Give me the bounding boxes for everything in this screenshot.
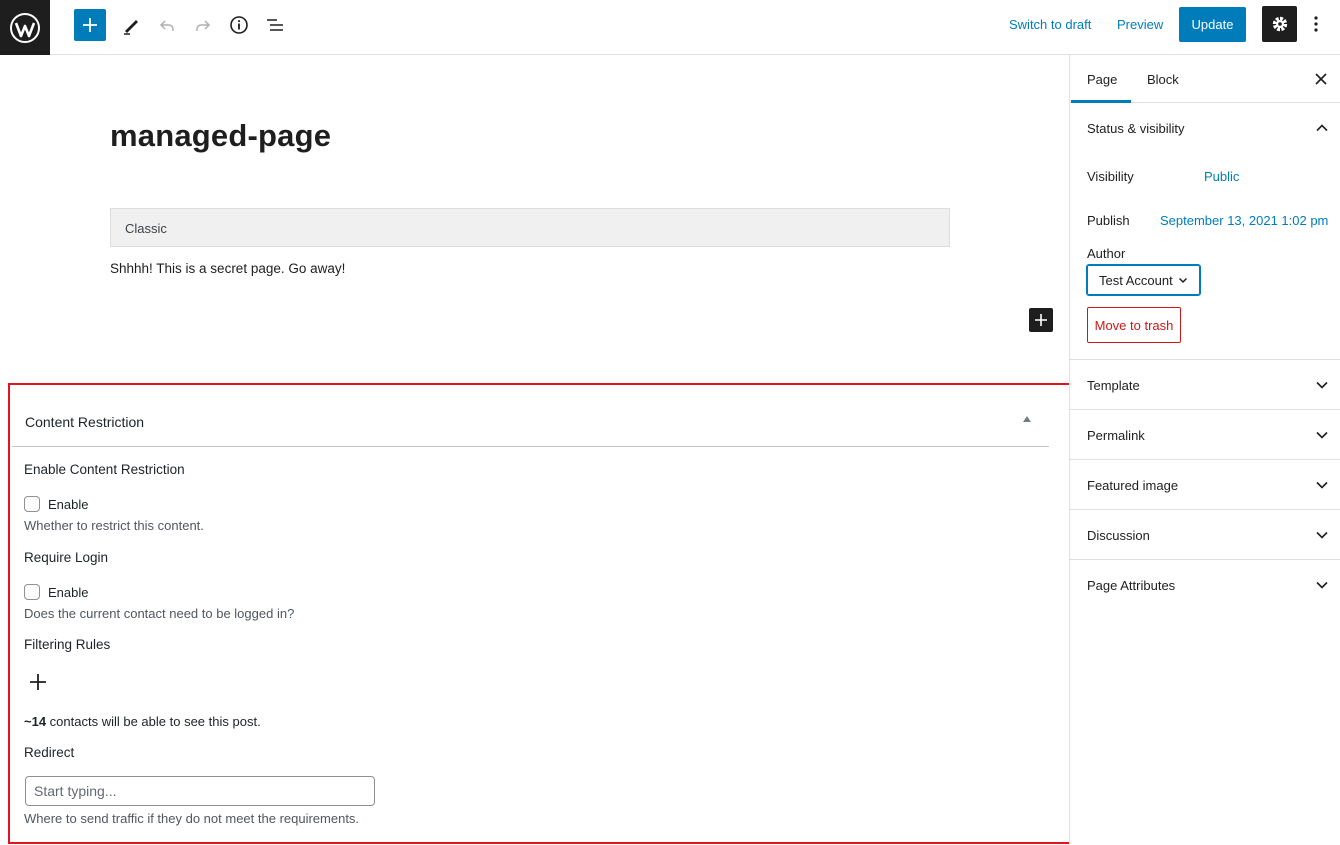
publish-label: Publish xyxy=(1087,213,1130,228)
visibility-label: Visibility xyxy=(1087,169,1134,184)
contacts-estimate: ~14 contacts will be able to see this po… xyxy=(24,714,261,729)
featured-image-panel-toggle[interactable]: Featured image xyxy=(1087,478,1178,493)
redirect-heading: Redirect xyxy=(24,745,75,760)
vertical-ellipsis-icon xyxy=(1314,16,1318,32)
content-restriction-title: Content Restriction xyxy=(25,414,145,430)
enable-restriction-checkbox-label[interactable]: Enable xyxy=(48,497,88,512)
chevron-down-icon[interactable] xyxy=(1315,578,1329,592)
chevron-down-icon[interactable] xyxy=(1315,478,1329,492)
more-options-button[interactable] xyxy=(1306,8,1326,40)
require-login-heading: Require Login xyxy=(24,550,109,565)
sidebar-tabs: Page Block xyxy=(1070,55,1340,103)
template-panel-toggle[interactable]: Template xyxy=(1087,378,1140,393)
redirect-input[interactable] xyxy=(25,776,375,806)
page-title[interactable]: managed-page xyxy=(110,118,331,154)
page-attributes-panel-toggle[interactable]: Page Attributes xyxy=(1087,578,1175,593)
list-view-icon xyxy=(267,19,283,31)
collapse-triangle-icon[interactable] xyxy=(1023,416,1031,422)
active-tab-indicator xyxy=(1071,100,1131,103)
contacts-count: ~14 xyxy=(24,714,47,729)
require-login-checkbox-label[interactable]: Enable xyxy=(48,585,88,600)
chevron-down-icon[interactable] xyxy=(1315,378,1329,392)
classic-block-toolbar[interactable]: Classic xyxy=(110,208,950,247)
divider xyxy=(1070,509,1340,510)
enable-restriction-row[interactable]: Enable xyxy=(24,496,88,512)
require-login-checkbox[interactable] xyxy=(24,584,40,600)
preview-button[interactable]: Preview xyxy=(1117,17,1163,32)
redo-button[interactable] xyxy=(187,9,219,41)
plus-icon xyxy=(1035,314,1047,326)
author-select[interactable]: Test Account xyxy=(1087,265,1200,295)
visibility-toggle[interactable]: Public xyxy=(1204,169,1239,184)
undo-button[interactable] xyxy=(151,9,183,41)
list-view-button[interactable] xyxy=(259,9,291,41)
redo-icon xyxy=(196,20,211,31)
filtering-rules-heading: Filtering Rules xyxy=(24,637,111,652)
enable-restriction-heading: Enable Content Restriction xyxy=(24,462,185,477)
paragraph-content[interactable]: Shhhh! This is a secret page. Go away! xyxy=(110,261,345,276)
tab-block[interactable]: Block xyxy=(1147,72,1179,87)
require-login-help: Does the current contact need to be logg… xyxy=(24,606,295,621)
discussion-panel-toggle[interactable]: Discussion xyxy=(1087,528,1150,543)
publish-date-toggle[interactable]: September 13, 2021 1:02 pm xyxy=(1160,213,1328,228)
divider xyxy=(1070,559,1340,560)
enable-restriction-help: Whether to restrict this content. xyxy=(24,518,204,533)
author-label: Author xyxy=(1087,246,1126,261)
status-visibility-panel-toggle[interactable]: Status & visibility xyxy=(1087,121,1185,136)
chevron-up-icon[interactable] xyxy=(1315,121,1329,135)
enable-restriction-checkbox[interactable] xyxy=(24,496,40,512)
undo-icon xyxy=(159,20,174,31)
editor-header: Switch to draft Preview Update xyxy=(0,0,1340,55)
settings-sidebar: Page Block Status & visibility Visibilit… xyxy=(1069,55,1340,845)
inline-add-block-button[interactable] xyxy=(1029,308,1053,332)
pencil-icon xyxy=(124,20,138,35)
chevron-down-icon[interactable] xyxy=(1315,528,1329,542)
redirect-help: Where to send traffic if they do not mee… xyxy=(24,811,360,826)
wordpress-icon xyxy=(10,12,40,43)
close-sidebar-button[interactable] xyxy=(1313,71,1329,87)
add-rule-button[interactable] xyxy=(29,673,47,691)
tools-button[interactable] xyxy=(115,9,147,41)
divider xyxy=(1070,359,1340,360)
info-icon xyxy=(230,16,248,34)
chevron-down-icon xyxy=(1178,277,1188,284)
settings-button[interactable] xyxy=(1262,6,1297,42)
tab-page[interactable]: Page xyxy=(1087,72,1117,87)
add-block-button[interactable] xyxy=(74,9,106,41)
close-icon xyxy=(1315,73,1327,85)
divider xyxy=(12,446,1049,447)
plus-icon xyxy=(30,674,46,690)
author-selected-value: Test Account xyxy=(1099,272,1173,288)
wordpress-logo-button[interactable] xyxy=(0,0,50,55)
permalink-panel-toggle[interactable]: Permalink xyxy=(1087,428,1145,443)
contacts-estimate-text: contacts will be able to see this post. xyxy=(46,714,261,729)
require-login-row[interactable]: Enable xyxy=(24,584,88,600)
content-restriction-metabox: Content Restriction Enable Content Restr… xyxy=(8,383,1071,844)
details-button[interactable] xyxy=(223,9,255,41)
plus-icon xyxy=(83,18,97,32)
gear-icon xyxy=(1272,16,1287,32)
chevron-down-icon[interactable] xyxy=(1315,428,1329,442)
divider xyxy=(1070,459,1340,460)
move-to-trash-button[interactable]: Move to trash xyxy=(1087,307,1181,343)
switch-to-draft-button[interactable]: Switch to draft xyxy=(1009,17,1091,32)
divider xyxy=(1070,409,1340,410)
update-button[interactable]: Update xyxy=(1179,7,1246,42)
